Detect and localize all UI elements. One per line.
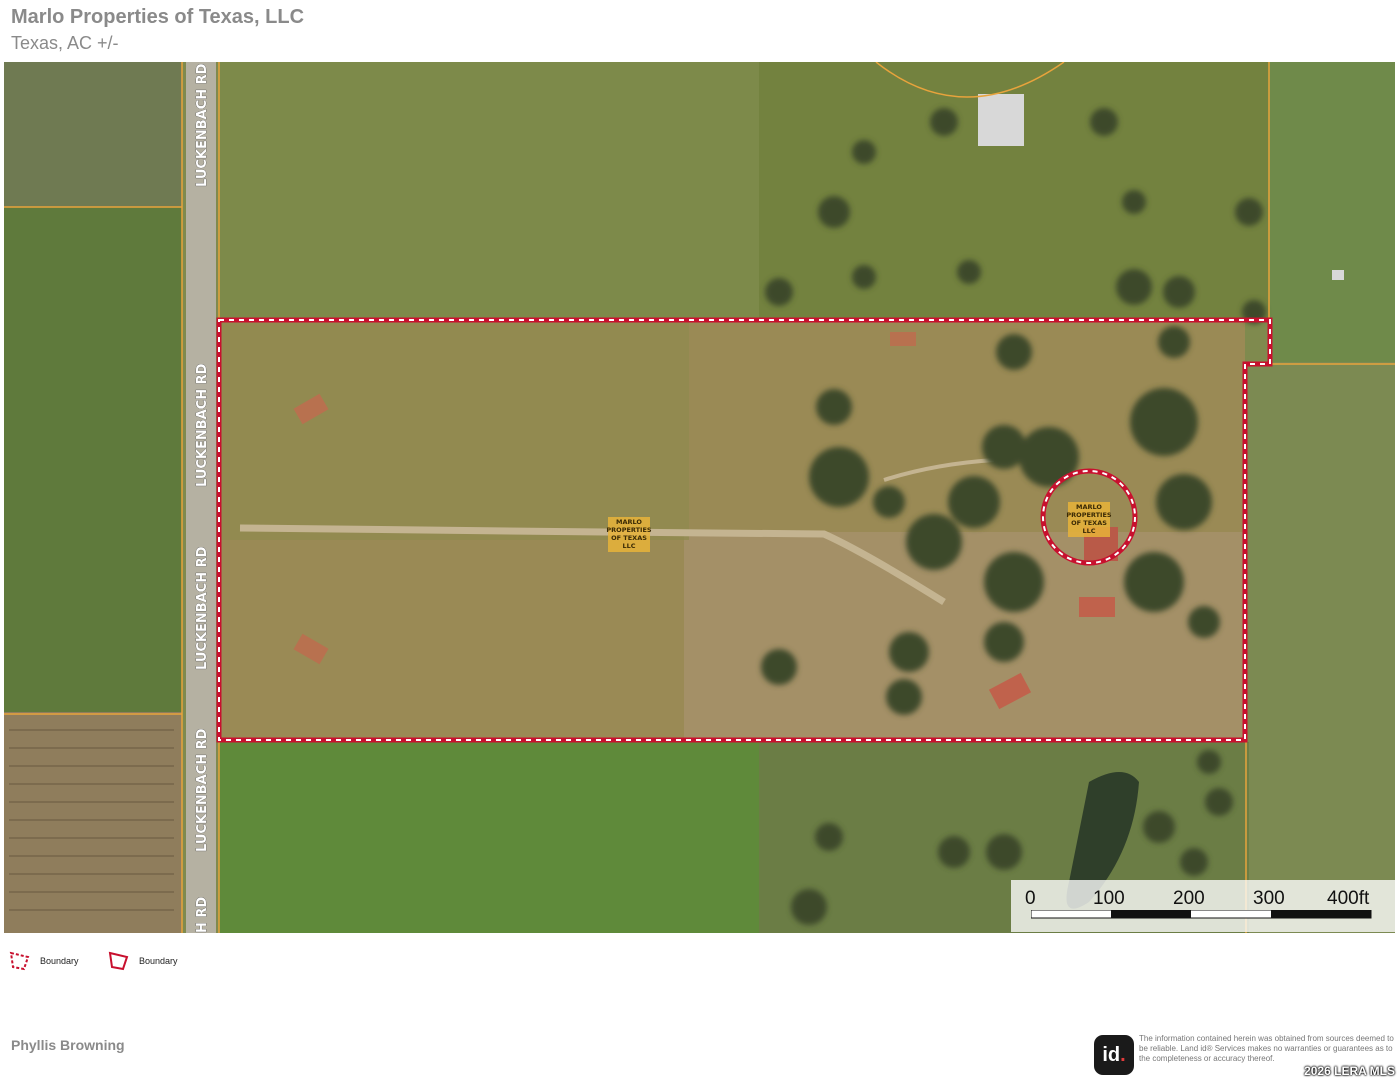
- scale-tick-label: 100: [1093, 888, 1125, 909]
- land-id-logo: id.: [1094, 1035, 1134, 1075]
- aerial-map[interactable]: LUCKENBACH RD LUCKENBACH RD LUCKENBACH R…: [4, 62, 1395, 933]
- disclaimer: The information contained herein was obt…: [1139, 1034, 1394, 1063]
- scale-tick-label: 400ft: [1327, 888, 1370, 909]
- owner-label-line: PROPERTIES: [606, 526, 652, 534]
- road-label-3: LUCKENBACH RD: [195, 546, 210, 670]
- agent-name: Phyllis Browning: [11, 1037, 125, 1053]
- road-label-2: LUCKENBACH RD: [195, 363, 210, 487]
- owner-label-line: OF TEXAS: [1071, 519, 1107, 527]
- scale-ruler: [1031, 910, 1372, 919]
- page-subtitle: Texas, AC +/-: [11, 33, 119, 53]
- owner-label-center: MARLO PROPERTIES OF TEXAS LLC: [606, 517, 652, 552]
- road-label-5: H RD: [195, 897, 210, 933]
- owner-label-line: OF TEXAS: [611, 534, 647, 542]
- logo-dot: .: [1120, 1043, 1126, 1066]
- owner-label-house: MARLO PROPERTIES OF TEXAS LLC: [1066, 502, 1112, 537]
- logo-text: id: [1102, 1043, 1121, 1066]
- road-label-4: LUCKENBACH RD: [195, 728, 210, 852]
- page-title: Marlo Properties of Texas, LLC: [11, 6, 305, 28]
- owner-label-line: MARLO: [616, 518, 642, 526]
- scale-tick-label: 200: [1173, 888, 1205, 909]
- scale-tick-label: 0: [1025, 888, 1036, 909]
- legend-item: Boundary: [8, 950, 79, 972]
- dashed-boundary-icon: [9, 951, 30, 971]
- owner-label-line: LLC: [622, 542, 635, 550]
- legend-label: Boundary: [139, 956, 178, 966]
- owner-label-line: LLC: [1082, 527, 1095, 535]
- solid-boundary-icon: [108, 951, 129, 971]
- scale-tick-label: 300: [1253, 888, 1285, 909]
- mls-watermark: 2026 LERA MLS: [1304, 1064, 1395, 1078]
- legend-label: Boundary: [40, 956, 79, 966]
- owner-label-line: PROPERTIES: [1066, 511, 1112, 519]
- scale-bar: 0 100 200 300 400ft: [1011, 880, 1395, 932]
- road-label-1: LUCKENBACH RD: [195, 63, 210, 187]
- owner-label-line: MARLO: [1076, 503, 1102, 511]
- legend-item: Boundary: [107, 950, 178, 972]
